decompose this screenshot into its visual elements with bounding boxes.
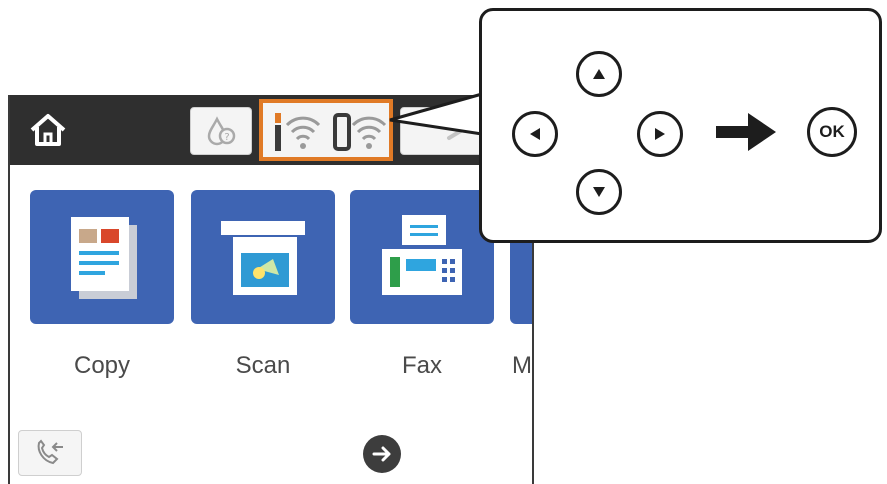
ink-status-button[interactable]: ? <box>190 107 252 155</box>
arrow-right-circle-icon <box>372 446 391 462</box>
svg-text:?: ? <box>224 132 229 143</box>
scan-label: Scan <box>235 352 291 379</box>
scan-icon <box>221 221 305 295</box>
up-button[interactable] <box>576 51 622 97</box>
ok-button[interactable]: OK <box>807 107 857 157</box>
copy-label: Copy <box>73 352 131 379</box>
callout-pointer <box>389 92 484 136</box>
right-arrow-icon <box>655 128 665 140</box>
fax-icon <box>382 215 462 295</box>
fax-redial-icon <box>37 439 63 465</box>
wifi-direct-icon <box>333 113 387 151</box>
ink-drop-help-icon: ? <box>207 116 236 146</box>
scan-tile[interactable] <box>191 190 335 324</box>
arrow-right-icon <box>716 113 776 151</box>
printer-screen: ? Copy Scan Fax M <box>8 95 534 484</box>
next-page-button[interactable] <box>363 435 401 473</box>
up-arrow-icon <box>593 69 605 79</box>
copy-tile[interactable] <box>30 190 174 324</box>
down-button[interactable] <box>576 169 622 215</box>
more-label: M <box>512 352 532 379</box>
fax-tile[interactable] <box>350 190 494 324</box>
wifi-signal-icon <box>275 113 321 151</box>
fax-label: Fax <box>401 352 442 379</box>
home-icon <box>30 114 66 146</box>
home-button[interactable] <box>20 105 76 155</box>
left-arrow-icon <box>530 128 540 140</box>
fax-redial-button[interactable] <box>18 430 82 476</box>
right-button[interactable] <box>637 111 683 157</box>
network-status-highlight[interactable] <box>259 99 393 161</box>
copy-icon <box>71 217 137 299</box>
left-button[interactable] <box>512 111 558 157</box>
button-callout: OK <box>479 8 882 243</box>
down-arrow-icon <box>593 187 605 197</box>
